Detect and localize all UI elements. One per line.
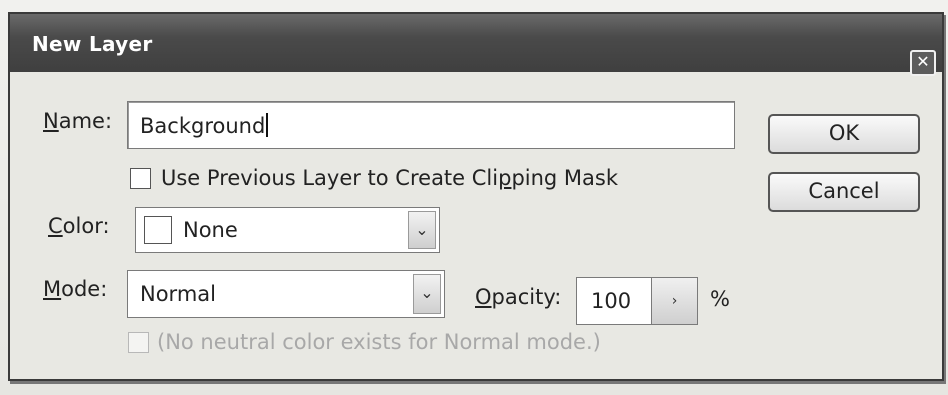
clipping-mask-checkbox[interactable] bbox=[130, 168, 151, 189]
mode-label: Mode: bbox=[43, 277, 107, 301]
mode-label-rest: ode: bbox=[61, 277, 108, 301]
color-swatch bbox=[144, 216, 172, 244]
color-select-value: None bbox=[183, 218, 238, 242]
close-icon: ✕ bbox=[916, 52, 930, 71]
opacity-unit: % bbox=[710, 287, 730, 311]
name-label: Name: bbox=[43, 109, 112, 133]
clipping-mask-label-mnemonic: p bbox=[498, 166, 512, 190]
name-label-mnemonic: N bbox=[43, 109, 59, 133]
clipping-mask-label[interactable]: Use Previous Layer to Create Clipping Ma… bbox=[161, 166, 618, 190]
page-background: New Layer ✕ Name: Background Use Previou… bbox=[0, 0, 948, 395]
mode-label-mnemonic: M bbox=[43, 277, 62, 301]
chevron-right-icon: › bbox=[671, 293, 678, 309]
new-layer-dialog: New Layer ✕ Name: Background Use Previou… bbox=[8, 12, 944, 381]
title-bar[interactable]: New Layer ✕ bbox=[10, 14, 942, 76]
opacity-input[interactable]: 100 bbox=[576, 277, 652, 325]
color-label-rest: olor: bbox=[62, 214, 110, 238]
name-input[interactable]: Background bbox=[127, 101, 735, 149]
clipping-mask-label-start: Use Previous Layer to Create Cli bbox=[161, 166, 499, 190]
cancel-button[interactable]: Cancel bbox=[768, 172, 920, 212]
color-label: Color: bbox=[48, 214, 110, 238]
opacity-label: Opacity: bbox=[475, 285, 561, 309]
color-label-mnemonic: C bbox=[48, 214, 63, 238]
name-input-value: Background bbox=[140, 114, 266, 138]
chevron-down-icon[interactable]: ⌄ bbox=[408, 211, 436, 249]
chevron-down-icon[interactable]: ⌄ bbox=[413, 274, 441, 314]
mode-select-value: Normal bbox=[140, 282, 216, 306]
opacity-label-mnemonic: O bbox=[475, 285, 492, 309]
color-select[interactable]: None ⌄ bbox=[135, 207, 440, 253]
opacity-value: 100 bbox=[591, 289, 632, 313]
dialog-title: New Layer bbox=[32, 32, 153, 56]
close-button[interactable]: ✕ bbox=[910, 50, 936, 76]
clipping-mask-label-end: ping Mask bbox=[511, 166, 619, 190]
neutral-color-checkbox[interactable] bbox=[128, 332, 149, 353]
name-label-rest: ame: bbox=[58, 109, 113, 133]
neutral-color-label: (No neutral color exists for Normal mode… bbox=[157, 330, 601, 354]
mode-select[interactable]: Normal ⌄ bbox=[127, 270, 445, 318]
opacity-slider-button[interactable]: › bbox=[652, 277, 698, 325]
ok-button[interactable]: OK bbox=[768, 114, 920, 154]
opacity-label-rest: pacity: bbox=[491, 285, 562, 309]
text-caret bbox=[266, 113, 269, 137]
